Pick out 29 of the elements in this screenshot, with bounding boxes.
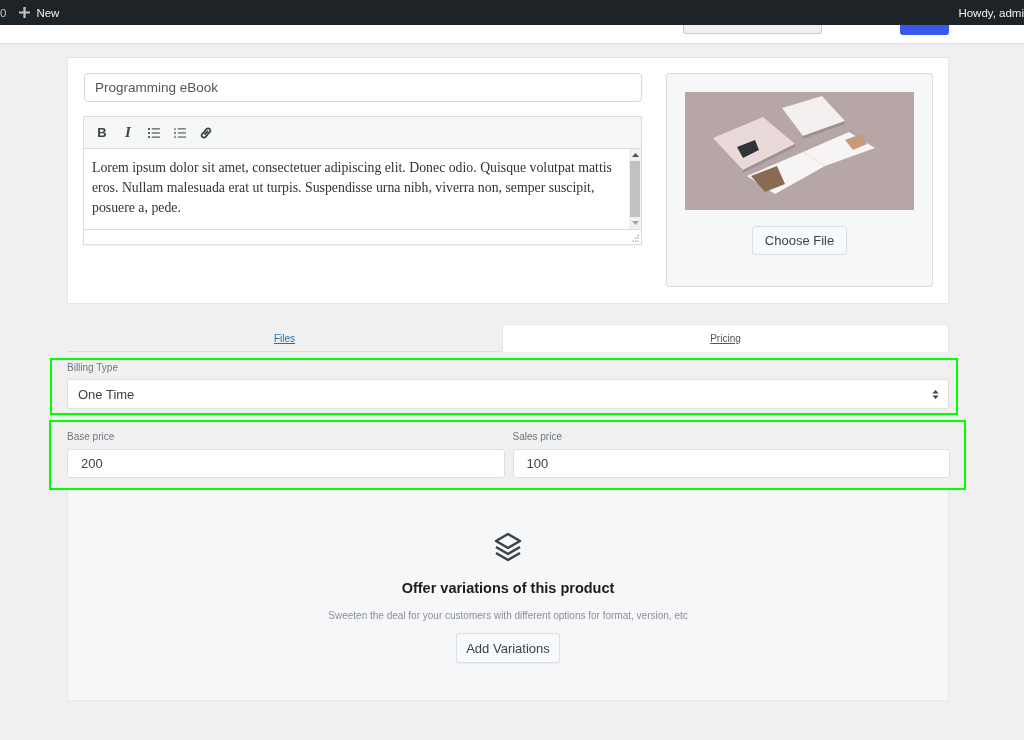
tab[interactable]: Pricing: [502, 324, 949, 352]
new-link[interactable]: New: [19, 6, 60, 19]
italic-button[interactable]: I: [116, 120, 140, 145]
scroll-down-icon[interactable]: [631, 221, 639, 225]
scroll-up-icon[interactable]: [631, 153, 639, 157]
bullet-list-icon: [148, 127, 160, 138]
plus-icon: [19, 7, 31, 18]
price-field[interactable]: 100: [512, 449, 950, 478]
field-label: Billing Type: [67, 361, 119, 374]
variations-description: Sweeten the deal for your customers with different options for format, version, etc: [328, 609, 688, 623]
billing-type-select[interactable]: One Time: [67, 379, 949, 409]
add-variations-button[interactable]: Add Variations: [456, 633, 560, 663]
title-field[interactable]: Programming eBook: [84, 73, 642, 102]
variations-heading: Offer variations of this product: [401, 579, 615, 598]
price-field[interactable]: 200: [67, 449, 505, 478]
numbered-list-icon: [174, 127, 186, 138]
choose-file-button[interactable]: Choose File: [751, 226, 848, 255]
scrollbar-thumb[interactable]: [630, 161, 640, 217]
resize-grip-icon[interactable]: [632, 235, 639, 242]
sort-arrows-icon: [932, 389, 939, 399]
layers-icon: [493, 532, 523, 562]
account-greeting[interactable]: Howdy, admi: [958, 6, 1024, 19]
tab[interactable]: Files: [67, 324, 502, 352]
link-icon: [199, 125, 213, 140]
field-label: Sales price: [512, 430, 563, 443]
comment-count[interactable]: 0: [0, 6, 7, 19]
bold-button[interactable]: B: [90, 120, 114, 145]
shortcode-field[interactable]: [683, 25, 822, 34]
field-label: Base price: [67, 430, 116, 443]
